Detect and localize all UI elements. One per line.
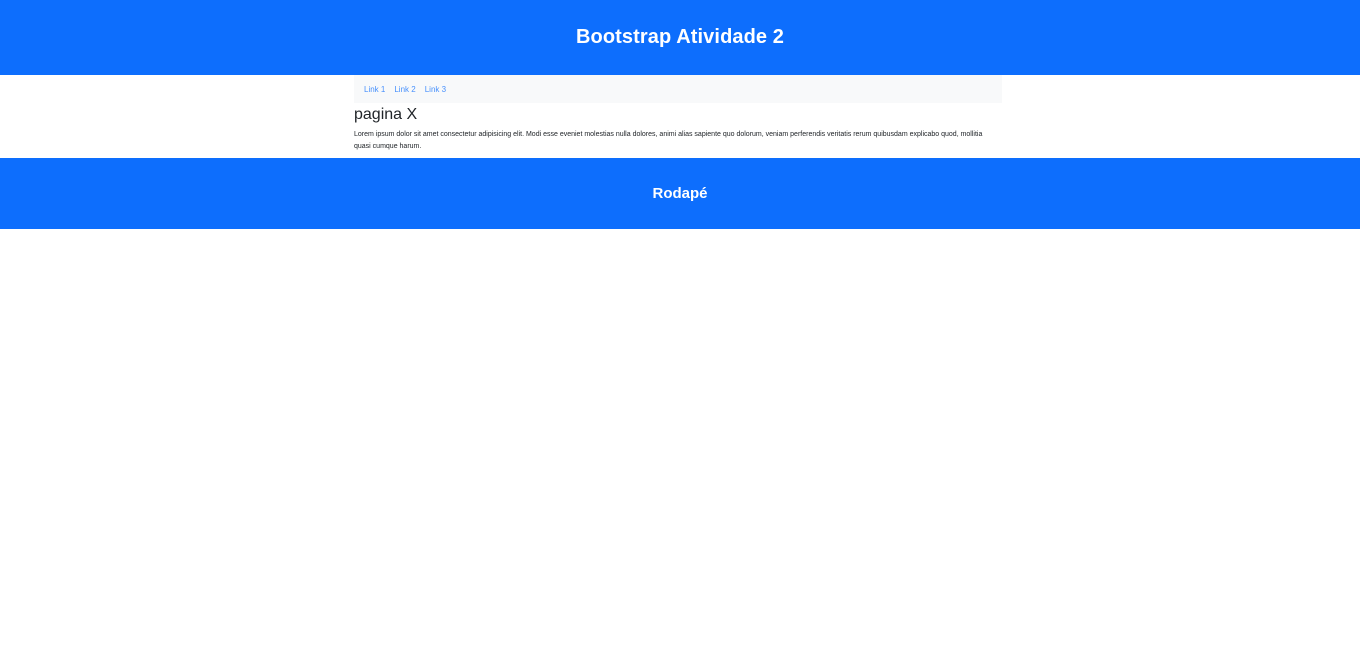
page-footer: Rodapé	[0, 158, 1360, 229]
navbar: Link 1 Link 2 Link 3	[354, 75, 1002, 103]
page-paragraph: Lorem ipsum dolor sit amet consectetur a…	[354, 131, 983, 150]
header-title: Bootstrap Atividade 2	[575, 26, 785, 48]
nav-link-1[interactable]: Link 1	[364, 85, 385, 94]
nav-link-3[interactable]: Link 3	[425, 85, 446, 94]
page-header: Bootstrap Atividade 2	[0, 0, 1360, 75]
page-title: pagina X	[354, 106, 418, 123]
footer-title: Rodapé	[652, 185, 708, 202]
nav-link-2[interactable]: Link 2	[394, 85, 415, 94]
main-container: Link 1 Link 2 Link 3 pagina X Lorem ipsu…	[354, 75, 1002, 153]
